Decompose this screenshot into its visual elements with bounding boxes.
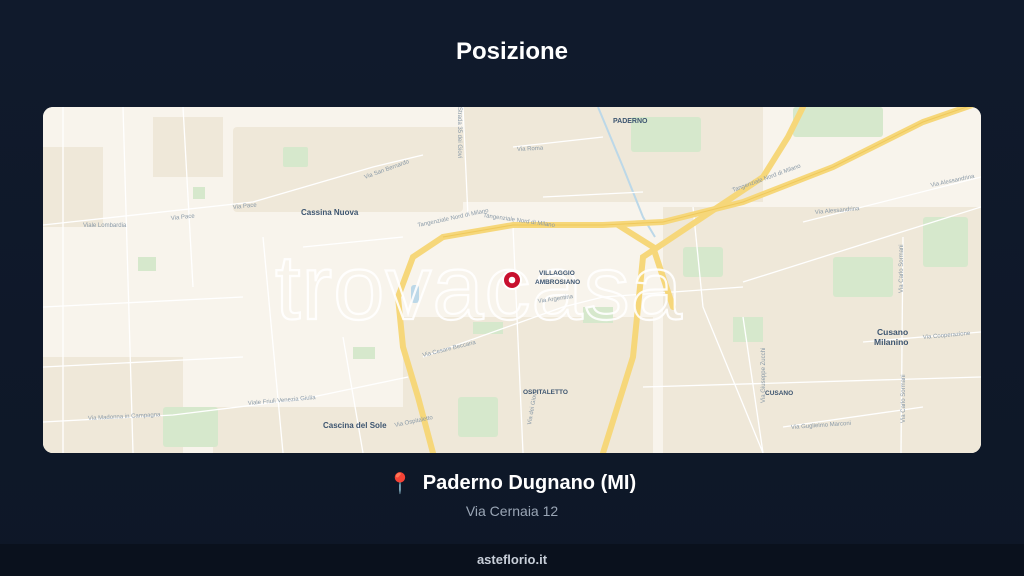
location-marker-icon[interactable] bbox=[502, 270, 522, 290]
place-label: OSPITALETTO bbox=[523, 389, 568, 396]
footer: asteflorio.it bbox=[0, 544, 1024, 576]
location-info: 📍 Paderno Dugnano (MI) Via Cernaia 12 bbox=[0, 471, 1024, 519]
place-label: Cassina Nuova bbox=[301, 208, 359, 217]
place-label: PADERNO bbox=[613, 118, 648, 125]
place-label: VILLAGGIO bbox=[539, 270, 575, 277]
place-label: Cascina del Sole bbox=[323, 421, 387, 430]
street-label: Via Carlo Sormani bbox=[901, 374, 907, 423]
map-watermark: trovacasa bbox=[275, 237, 683, 339]
city-line: 📍 Paderno Dugnano (MI) bbox=[388, 471, 636, 496]
pin-icon: 📍 bbox=[387, 473, 413, 495]
place-label: AMBROSIANO bbox=[535, 279, 580, 286]
map-canvas[interactable]: trovacasa Tangenziale Nord di Milano Tan… bbox=[43, 107, 981, 453]
place-label: CUSANO bbox=[765, 390, 793, 397]
city-name: Paderno Dugnano (MI) bbox=[422, 472, 637, 494]
footer-brand[interactable]: asteflorio.it bbox=[477, 552, 547, 567]
address: Via Cernaia 12 bbox=[465, 503, 559, 519]
map[interactable]: trovacasa Tangenziale Nord di Milano Tan… bbox=[43, 107, 981, 453]
street-label: Strada 35 dei Giovi bbox=[456, 107, 462, 158]
place-label: Milanino bbox=[874, 337, 908, 347]
street-label: Viale Lombardia bbox=[83, 223, 127, 229]
street-label: Via Carlo Sormani bbox=[899, 244, 905, 293]
place-label: Cusano bbox=[877, 327, 908, 337]
page-title: Posizione bbox=[455, 38, 569, 65]
